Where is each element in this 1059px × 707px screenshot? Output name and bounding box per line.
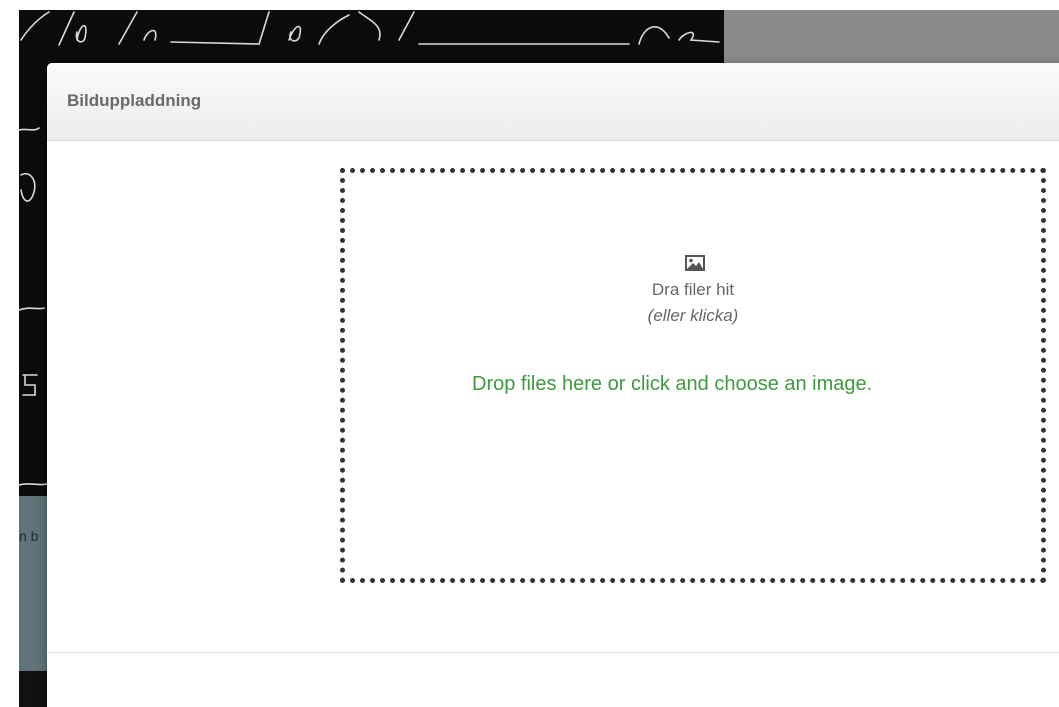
dropzone-secondary-text: (eller klicka) bbox=[647, 306, 739, 325]
dropzone-primary-text: Dra filer hit bbox=[651, 280, 735, 299]
modal-header: Bilduppladdning bbox=[47, 63, 1059, 141]
background-snippet-text: n b bbox=[19, 528, 39, 544]
modal-title: Bilduppladdning bbox=[67, 91, 202, 110]
file-dropzone[interactable]: Dra filer hit (eller klicka) Drop files … bbox=[340, 168, 1046, 583]
modal-footer-divider bbox=[47, 652, 1059, 653]
image-icon bbox=[685, 255, 705, 271]
image-upload-modal: Bilduppladdning Dra filer hit (eller kli… bbox=[47, 63, 1059, 707]
page: n b Bilduppladdning Dra filer hit (eller… bbox=[0, 0, 1059, 707]
dropzone-hint-text: Drop files here or click and choose an i… bbox=[472, 373, 873, 395]
